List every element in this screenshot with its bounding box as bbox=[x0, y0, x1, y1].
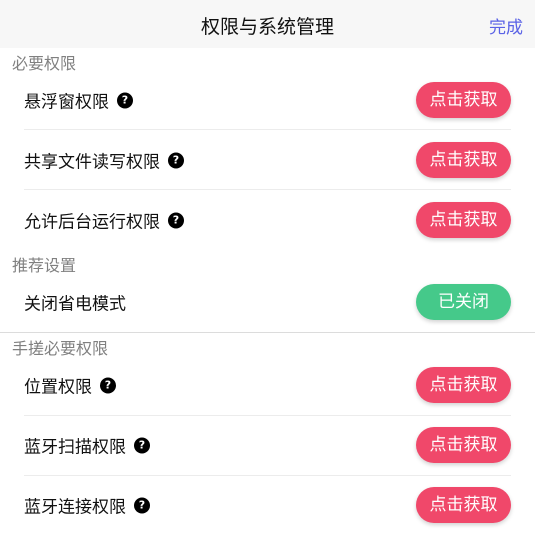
location-action-button[interactable]: 点击获取 bbox=[416, 367, 511, 403]
help-icon[interactable]: ? bbox=[134, 497, 150, 513]
row-power-saving: 关闭省电模式 已关闭 bbox=[24, 272, 511, 332]
page-title: 权限与系统管理 bbox=[200, 16, 334, 38]
row-bluetooth-connect: 蓝牙连接权限 ? 点击获取 bbox=[24, 475, 511, 535]
help-icon[interactable]: ? bbox=[117, 92, 133, 108]
help-icon[interactable]: ? bbox=[100, 377, 116, 393]
bluetooth-scan-action-button[interactable]: 点击获取 bbox=[416, 427, 511, 463]
row-shared-file-rw: 共享文件读写权限 ? 点击获取 bbox=[24, 130, 511, 190]
background-run-label: 允许后台运行权限 bbox=[24, 212, 160, 233]
done-button[interactable]: 完成 bbox=[489, 13, 523, 38]
floating-window-label: 悬浮窗权限 bbox=[24, 92, 109, 113]
help-icon[interactable]: ? bbox=[134, 437, 150, 453]
row-floating-window: 悬浮窗权限 ? 点击获取 bbox=[24, 70, 511, 130]
row-bluetooth-scan: 蓝牙扫描权限 ? 点击获取 bbox=[24, 415, 511, 475]
bluetooth-scan-label: 蓝牙扫描权限 bbox=[24, 437, 126, 458]
power-saving-label: 关闭省电模式 bbox=[24, 294, 126, 315]
nav-bar: 权限与系统管理 完成 bbox=[0, 0, 535, 48]
power-saving-status-button[interactable]: 已关闭 bbox=[416, 284, 511, 320]
bluetooth-connect-label: 蓝牙连接权限 bbox=[24, 497, 126, 518]
bluetooth-connect-action-button[interactable]: 点击获取 bbox=[416, 487, 511, 523]
background-run-action-button[interactable]: 点击获取 bbox=[416, 202, 511, 238]
row-background-run: 允许后台运行权限 ? 点击获取 bbox=[24, 190, 511, 250]
help-icon[interactable]: ? bbox=[168, 212, 184, 228]
location-label: 位置权限 bbox=[24, 377, 92, 398]
shared-file-rw-action-button[interactable]: 点击获取 bbox=[416, 142, 511, 178]
section-divider bbox=[0, 332, 535, 333]
row-location: 位置权限 ? 点击获取 bbox=[24, 355, 511, 415]
floating-window-action-button[interactable]: 点击获取 bbox=[416, 82, 511, 118]
shared-file-rw-label: 共享文件读写权限 bbox=[24, 152, 160, 173]
help-icon[interactable]: ? bbox=[168, 152, 184, 168]
